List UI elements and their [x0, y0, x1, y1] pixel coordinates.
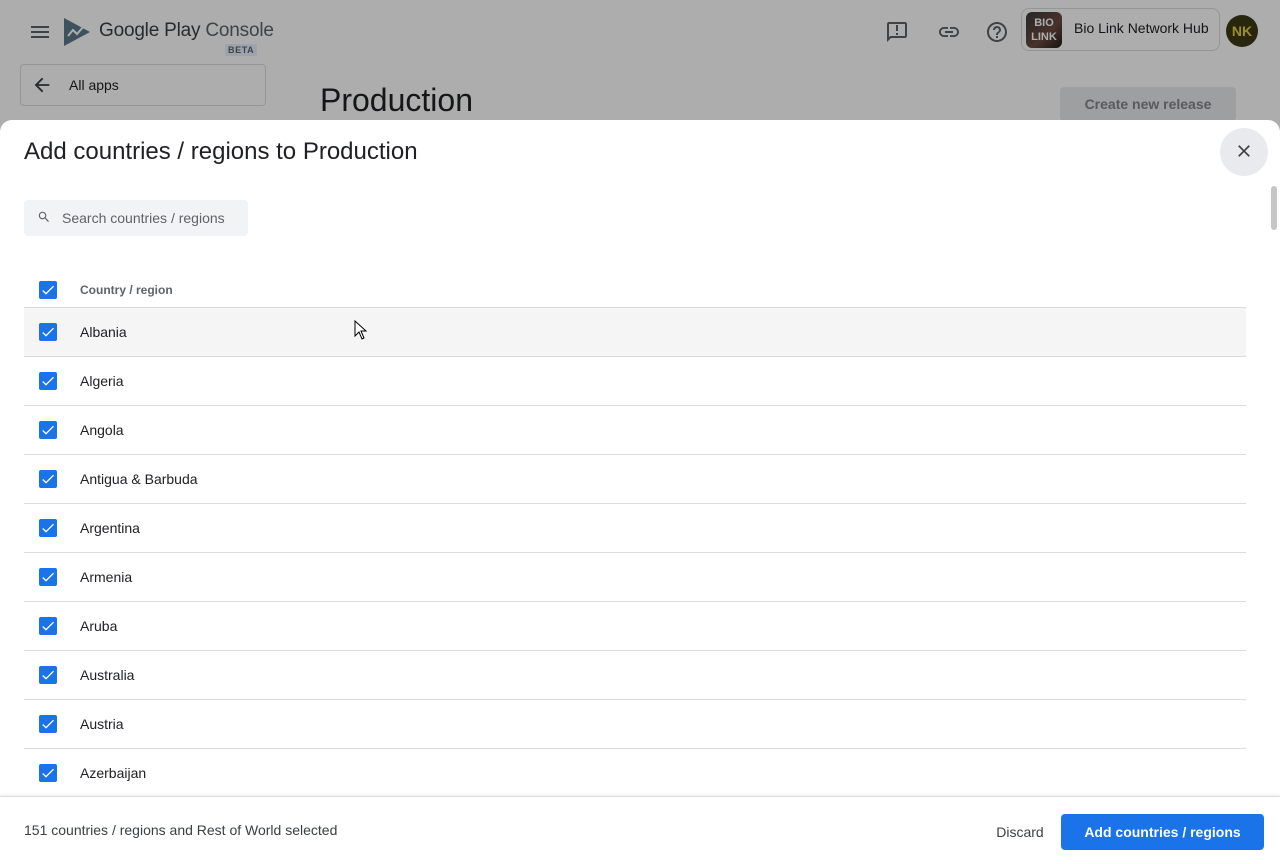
country-name: Australia — [80, 667, 135, 683]
table-row[interactable]: Australia — [24, 651, 1246, 700]
search-icon — [37, 210, 53, 226]
table-row[interactable]: Albania — [24, 308, 1246, 357]
column-header-country: Country / region — [80, 283, 173, 297]
search-box — [24, 200, 248, 236]
country-name: Algeria — [80, 373, 124, 389]
country-name: Armenia — [80, 569, 133, 585]
row-checkbox[interactable] — [39, 519, 57, 537]
row-checkbox[interactable] — [39, 666, 57, 684]
country-name: Azerbaijan — [80, 765, 147, 781]
row-checkbox[interactable] — [39, 568, 57, 586]
search-input[interactable] — [60, 200, 246, 236]
table-row[interactable]: Algeria — [24, 357, 1246, 406]
dialog-title: Add countries / regions to Production — [24, 138, 418, 165]
countries-table: Country / region Albania Algeria Angola … — [24, 265, 1246, 798]
table-row[interactable]: Austria — [24, 700, 1246, 749]
country-name: Albania — [80, 324, 127, 340]
table-row[interactable]: Armenia — [24, 553, 1246, 602]
row-checkbox[interactable] — [39, 764, 57, 782]
add-countries-button[interactable]: Add countries / regions — [1061, 814, 1264, 850]
select-all-checkbox[interactable] — [39, 281, 57, 299]
row-checkbox[interactable] — [39, 617, 57, 635]
row-checkbox[interactable] — [39, 715, 57, 733]
country-name: Argentina — [80, 520, 140, 536]
row-checkbox[interactable] — [39, 323, 57, 341]
table-row[interactable]: Azerbaijan — [24, 749, 1246, 798]
scrollbar[interactable] — [1271, 186, 1277, 230]
discard-button[interactable]: Discard — [982, 814, 1058, 850]
country-name: Austria — [80, 716, 124, 732]
table-row[interactable]: Antigua & Barbuda — [24, 455, 1246, 504]
close-button[interactable] — [1220, 128, 1268, 176]
country-name: Antigua & Barbuda — [80, 471, 198, 487]
country-name: Angola — [80, 422, 124, 438]
row-checkbox[interactable] — [39, 470, 57, 488]
add-countries-dialog: Add countries / regions to Production Co… — [0, 120, 1280, 864]
table-row[interactable]: Angola — [24, 406, 1246, 455]
table-row[interactable]: Argentina — [24, 504, 1246, 553]
row-checkbox[interactable] — [39, 421, 57, 439]
close-icon — [1234, 141, 1254, 164]
table-header: Country / region — [24, 265, 1246, 308]
dialog-footer: 151 countries / regions and Rest of Worl… — [0, 796, 1280, 864]
country-name: Aruba — [80, 618, 118, 634]
row-checkbox[interactable] — [39, 372, 57, 390]
table-row[interactable]: Aruba — [24, 602, 1246, 651]
mouse-cursor-icon — [354, 319, 368, 340]
selection-summary: 151 countries / regions and Rest of Worl… — [24, 822, 338, 838]
